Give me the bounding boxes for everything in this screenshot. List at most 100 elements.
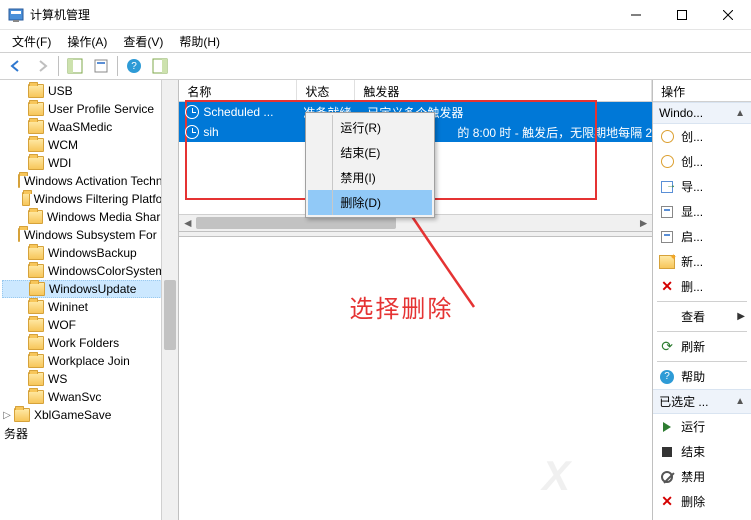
- tree-node[interactable]: WindowsUpdate: [2, 280, 178, 298]
- scroll-right-icon[interactable]: ►: [635, 215, 652, 231]
- chevron-up-icon: ▲: [735, 108, 745, 119]
- show-hide-action-button[interactable]: [148, 54, 172, 78]
- tree-label: Windows Filtering Platform: [32, 192, 179, 206]
- action-enable-history[interactable]: 启...: [653, 224, 751, 249]
- action-disable[interactable]: 禁用: [653, 464, 751, 489]
- action-refresh[interactable]: ⟳刷新: [653, 334, 751, 359]
- task-icon: [185, 125, 199, 139]
- action-end[interactable]: 结束: [653, 439, 751, 464]
- titlebar: 计算机管理: [0, 0, 751, 30]
- show-hide-tree-button[interactable]: [63, 54, 87, 78]
- tree-node[interactable]: Workplace Join: [2, 352, 178, 370]
- scrollbar-thumb[interactable]: [196, 217, 396, 229]
- tree-node[interactable]: User Profile Service: [2, 100, 178, 118]
- action-run[interactable]: 运行: [653, 414, 751, 439]
- scroll-left-icon[interactable]: ◄: [179, 215, 196, 231]
- menu-gutter: [332, 115, 333, 215]
- menu-disable[interactable]: 禁用(I): [308, 165, 432, 190]
- watermark: X: [542, 452, 572, 500]
- minimize-button[interactable]: [613, 0, 659, 30]
- tree-node[interactable]: USB: [2, 82, 178, 100]
- action-create-basic[interactable]: 创...: [653, 124, 751, 149]
- folder-tree[interactable]: USB User Profile Service WaaSMedic WCM W…: [0, 80, 178, 444]
- tree-node[interactable]: WDI: [2, 154, 178, 172]
- tree-node[interactable]: Windows Filtering Platform: [2, 190, 178, 208]
- section-label: 已选定 ...: [659, 393, 708, 410]
- action-create[interactable]: 创...: [653, 149, 751, 174]
- menu-end[interactable]: 结束(E): [308, 140, 432, 165]
- scrollbar-thumb[interactable]: [164, 280, 176, 350]
- folder-icon: [28, 372, 44, 386]
- tree-node[interactable]: Wininet: [2, 298, 178, 316]
- folder-icon: [28, 102, 44, 116]
- tree-node[interactable]: Windows Media Sharing: [2, 208, 178, 226]
- action-help[interactable]: ?帮助: [653, 364, 751, 389]
- tree-node[interactable]: WCM: [2, 136, 178, 154]
- menubar: 文件(F) 操作(A) 查看(V) 帮助(H): [0, 30, 751, 52]
- back-button[interactable]: [4, 54, 28, 78]
- menu-delete[interactable]: 删除(D): [308, 190, 432, 215]
- actions-divider: [657, 331, 747, 332]
- tree-node[interactable]: Work Folders: [2, 334, 178, 352]
- tree-node[interactable]: ▷XblGameSave: [2, 406, 178, 424]
- tree-scrollbar[interactable]: [161, 80, 178, 520]
- col-status[interactable]: 状态: [297, 80, 355, 101]
- running-icon: [659, 204, 675, 220]
- tree-label: WS: [46, 372, 69, 386]
- folder-icon: [28, 300, 44, 314]
- actions-section-selected[interactable]: 已选定 ... ▲: [653, 389, 751, 414]
- tree-pane: USB User Profile Service WaaSMedic WCM W…: [0, 80, 179, 520]
- tree-node[interactable]: WS: [2, 370, 178, 388]
- action-delete[interactable]: ✕删除: [653, 489, 751, 514]
- col-trigger[interactable]: 触发器: [355, 80, 652, 101]
- folder-icon: [28, 246, 44, 260]
- folder-icon: [28, 390, 44, 404]
- expander-icon[interactable]: ▷: [2, 410, 12, 421]
- history-icon: [659, 229, 675, 245]
- action-new-folder[interactable]: 新...: [653, 249, 751, 274]
- task-name: Scheduled ...: [203, 105, 299, 119]
- menu-view[interactable]: 查看(V): [115, 31, 171, 52]
- maximize-button[interactable]: [659, 0, 705, 30]
- toolbar-separator: [117, 56, 118, 76]
- disable-icon: [659, 469, 675, 485]
- folder-icon: [28, 156, 44, 170]
- tree-node[interactable]: WindowsColorSystem: [2, 262, 178, 280]
- tree-node[interactable]: WaaSMedic: [2, 118, 178, 136]
- tree-node[interactable]: Windows Subsystem For Linux: [2, 226, 178, 244]
- tree-label: User Profile Service: [46, 102, 156, 116]
- tree-label: WOF: [46, 318, 78, 332]
- actions-section-folder[interactable]: Windo... ▲: [653, 102, 751, 124]
- action-show-running[interactable]: 显...: [653, 199, 751, 224]
- menu-help[interactable]: 帮助(H): [171, 31, 228, 52]
- properties-button[interactable]: [89, 54, 113, 78]
- folder-icon: [29, 282, 45, 296]
- help-button[interactable]: ?: [122, 54, 146, 78]
- tree-node[interactable]: WwanSvc: [2, 388, 178, 406]
- tree-node[interactable]: WindowsBackup: [2, 244, 178, 262]
- folder-icon: [22, 192, 30, 206]
- col-name[interactable]: 名称: [179, 80, 297, 101]
- tree-node[interactable]: Windows Activation Technologies: [2, 172, 178, 190]
- details-pane: 选择删除 X: [179, 237, 652, 520]
- tree-label: WwanSvc: [46, 390, 103, 404]
- folder-icon: [14, 408, 30, 422]
- actions-divider: [657, 301, 747, 302]
- help-icon: ?: [127, 59, 141, 73]
- close-button[interactable]: [705, 0, 751, 30]
- forward-button[interactable]: [30, 54, 54, 78]
- actions-pane: 操作 Windo... ▲ 创... 创... 导... 显... 启... 新…: [653, 80, 751, 520]
- tree-category[interactable]: 务器: [2, 424, 178, 442]
- context-menu: 运行(R) 结束(E) 禁用(I) 删除(D): [305, 112, 435, 218]
- tree-node[interactable]: WOF: [2, 316, 178, 334]
- menu-action[interactable]: 操作(A): [59, 31, 115, 52]
- menu-file[interactable]: 文件(F): [4, 31, 59, 52]
- play-icon: [659, 419, 675, 435]
- main-body: USB User Profile Service WaaSMedic WCM W…: [0, 80, 751, 520]
- toolbar: ?: [0, 52, 751, 80]
- task-icon: [659, 154, 675, 170]
- action-view[interactable]: 查看▶: [653, 304, 751, 329]
- menu-run[interactable]: 运行(R): [308, 115, 432, 140]
- action-delete-folder[interactable]: ✕删...: [653, 274, 751, 299]
- action-import[interactable]: 导...: [653, 174, 751, 199]
